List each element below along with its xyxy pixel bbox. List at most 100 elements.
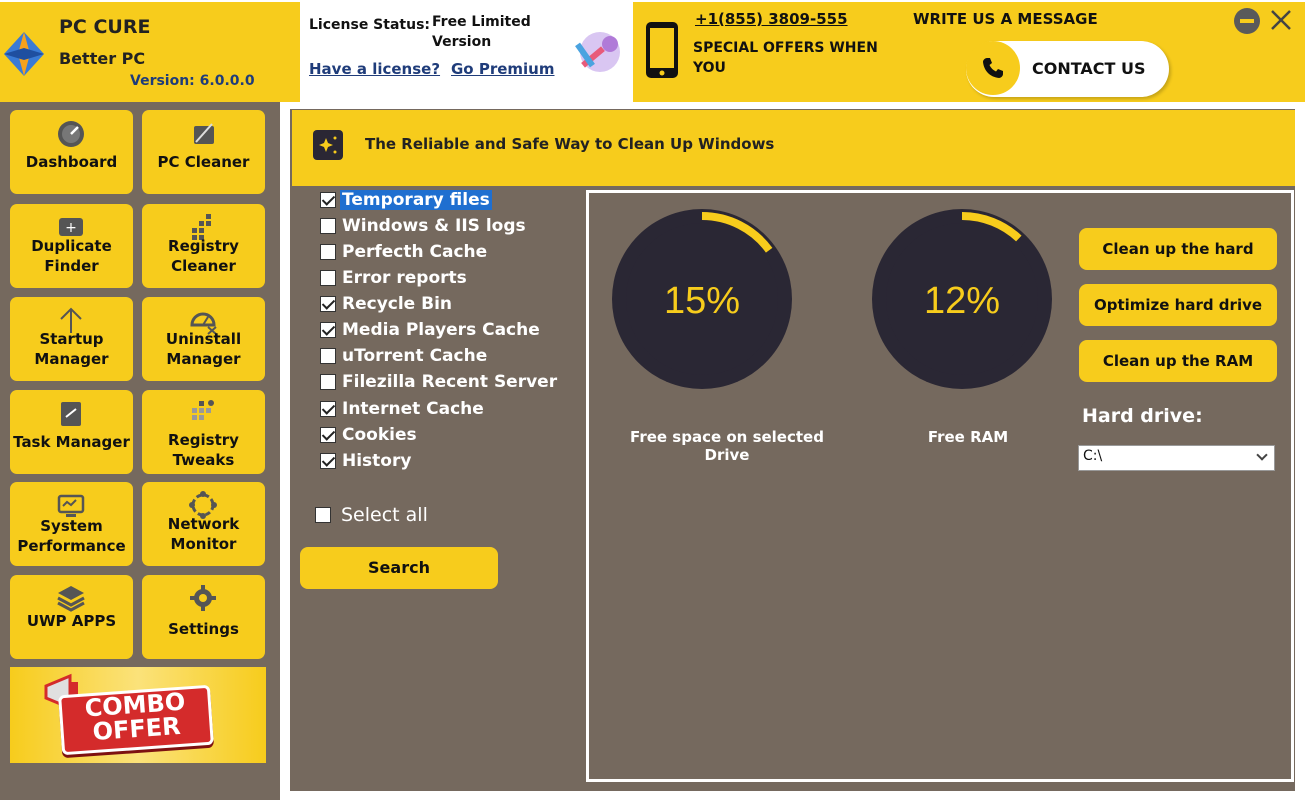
banner-title: The Reliable and Safe Way to Clean Up Wi… bbox=[365, 135, 775, 153]
app-version: Version: 6.0.0.0 bbox=[130, 73, 255, 89]
sidebar-item-registry-tweaks[interactable]: Registry Tweaks bbox=[142, 390, 265, 474]
write-message-link[interactable]: WRITE US A MESSAGE bbox=[913, 10, 1098, 28]
checkbox-box[interactable] bbox=[320, 322, 336, 338]
hard-drive-select[interactable]: C:\ bbox=[1078, 445, 1275, 471]
sidebar-item-pc-cleaner[interactable]: PC Cleaner bbox=[142, 110, 265, 194]
sidebar-item-system-performance[interactable]: System Performance bbox=[10, 482, 133, 566]
sidebar-item-duplicate-finder[interactable]: + Duplicate Finder bbox=[10, 204, 133, 288]
gear-icon bbox=[190, 585, 216, 611]
sidebar-item-label: Duplicate Finder bbox=[31, 237, 112, 275]
minimize-icon[interactable] bbox=[1234, 8, 1260, 34]
license-status-value: Free Limited Version bbox=[432, 14, 531, 50]
combo-offer-text[interactable]: COMBO OFFER bbox=[58, 684, 214, 756]
clean-ram-button[interactable]: Clean up the RAM bbox=[1079, 340, 1277, 382]
sidebar-item-label: Startup Manager bbox=[34, 330, 109, 368]
checkbox-label: uTorrent Cache bbox=[342, 346, 488, 366]
select-all-label: Select all bbox=[341, 504, 428, 526]
checkbox-label: Cookies bbox=[342, 425, 417, 445]
gauge-value: 12% bbox=[924, 280, 1000, 322]
checkbox-box[interactable] bbox=[320, 427, 336, 443]
special-offers-text: SPECIAL OFFERS WHEN YOU bbox=[693, 40, 878, 76]
sidebar-item-label: PC Cleaner bbox=[157, 153, 250, 171]
sidebar-item-uninstall-manager[interactable]: Uninstall Manager bbox=[142, 297, 265, 381]
layers-icon bbox=[57, 586, 85, 612]
ram-gauge: 12% bbox=[872, 209, 1052, 389]
sidebar-item-label: Network Monitor bbox=[167, 515, 240, 553]
sidebar-item-label: Settings bbox=[168, 620, 239, 638]
gauge-value: 15% bbox=[664, 280, 740, 322]
select-all-checkbox[interactable]: Select all bbox=[315, 503, 430, 527]
app-logo-icon bbox=[4, 32, 44, 76]
phone-number-link[interactable]: +1(855) 3809-555 bbox=[695, 10, 848, 28]
clean-hard-drive-button[interactable]: Clean up the hard drive bbox=[1079, 228, 1277, 300]
hard-drive-value: C:\ bbox=[1083, 448, 1103, 464]
app-name: PC CURE bbox=[59, 16, 151, 38]
checkbox-label: Recycle Bin bbox=[342, 294, 453, 314]
checkbox-box[interactable] bbox=[320, 218, 336, 234]
search-button[interactable]: Search bbox=[300, 547, 498, 589]
sidebar-item-label: Uninstall Manager bbox=[165, 330, 242, 368]
speedometer-icon bbox=[58, 121, 84, 147]
phone-icon bbox=[983, 58, 1003, 78]
sidebar-item-label: System Performance bbox=[17, 517, 126, 555]
sidebar-item-label: Registry Tweaks bbox=[168, 431, 239, 469]
checkbox-label: Filezilla Recent Server bbox=[342, 372, 558, 392]
checkbox-box[interactable] bbox=[320, 453, 336, 469]
sidebar-item-settings[interactable]: Settings bbox=[142, 575, 265, 659]
checkbox-internet-cache[interactable]: Internet Cache bbox=[320, 397, 486, 421]
svg-text:+: + bbox=[65, 220, 77, 236]
disk-space-gauge: 15% bbox=[612, 209, 792, 389]
sidebar-item-network-monitor[interactable]: Network Monitor bbox=[142, 482, 265, 566]
checkbox-perfecth-cache[interactable]: Perfecth Cache bbox=[320, 240, 489, 264]
sidebar-item-uwp-apps[interactable]: UWP APPS bbox=[10, 575, 133, 659]
checkbox-label: Internet Cache bbox=[342, 399, 484, 419]
gauge-ring: 15% bbox=[612, 209, 792, 389]
checkbox-media-players-cache[interactable]: Media Players Cache bbox=[320, 318, 542, 342]
checkbox-box[interactable] bbox=[320, 401, 336, 417]
sparkle-icon bbox=[313, 130, 343, 160]
sidebar-item-label: Task Manager bbox=[13, 433, 130, 451]
go-premium-link[interactable]: Go Premium bbox=[451, 60, 554, 78]
chevron-down-icon bbox=[1256, 449, 1268, 461]
optimize-hard-drive-button[interactable]: Optimize hard drive bbox=[1079, 284, 1277, 326]
close-icon[interactable] bbox=[1268, 6, 1294, 34]
checkbox-box[interactable] bbox=[320, 244, 336, 260]
have-license-link[interactable]: Have a license? bbox=[309, 60, 440, 78]
checkbox-history[interactable]: History bbox=[320, 449, 413, 473]
checkbox-label: Temporary files bbox=[340, 190, 492, 210]
broom-icon bbox=[194, 123, 214, 144]
checkbox-windows-iis-logs[interactable]: Windows & IIS logs bbox=[320, 214, 528, 238]
checkbox-utorrent-cache[interactable]: uTorrent Cache bbox=[320, 344, 489, 368]
checkbox-box[interactable] bbox=[315, 507, 331, 523]
sidebar-item-label: UWP APPS bbox=[26, 612, 117, 630]
app-subtitle: Better PC bbox=[59, 49, 146, 68]
mobile-phone-icon bbox=[646, 22, 678, 78]
premium-tools-icon[interactable] bbox=[570, 26, 624, 80]
contact-us-label: CONTACT US bbox=[1032, 59, 1146, 78]
checkbox-box[interactable] bbox=[320, 348, 336, 364]
checkbox-box[interactable] bbox=[320, 192, 336, 208]
disk-space-label: Free space on selected Drive bbox=[630, 428, 824, 464]
checkbox-label: Error reports bbox=[342, 268, 467, 288]
checkbox-cookies[interactable]: Cookies bbox=[320, 423, 419, 447]
gauge-ring: 12% bbox=[872, 209, 1052, 389]
sidebar-item-startup-manager[interactable]: Startup Manager bbox=[10, 297, 133, 381]
checkbox-filezilla-recent-server[interactable]: Filezilla Recent Server bbox=[320, 370, 559, 394]
checkbox-box[interactable] bbox=[320, 296, 336, 312]
checkbox-box[interactable] bbox=[320, 270, 336, 286]
checkbox-temporary-files[interactable]: Temporary files bbox=[320, 188, 492, 212]
checkbox-label: History bbox=[342, 451, 412, 471]
checkbox-label: Perfecth Cache bbox=[342, 242, 488, 262]
license-status-label: License Status: bbox=[309, 17, 430, 33]
ram-label: Free RAM bbox=[927, 428, 1009, 446]
tweaks-icon bbox=[192, 400, 214, 420]
checkbox-error-reports[interactable]: Error reports bbox=[320, 266, 469, 290]
sidebar-item-label: Registry Cleaner bbox=[168, 237, 239, 275]
hard-drive-label: Hard drive: bbox=[1082, 405, 1203, 427]
checkbox-box[interactable] bbox=[320, 374, 336, 390]
checkbox-recycle-bin[interactable]: Recycle Bin bbox=[320, 292, 454, 316]
sidebar-item-registry-cleaner[interactable]: Registry Cleaner bbox=[142, 204, 265, 288]
sidebar-item-dashboard[interactable]: Dashboard bbox=[10, 110, 133, 194]
sidebar-item-task-manager[interactable]: Task Manager bbox=[10, 390, 133, 474]
sidebar-item-label: Dashboard bbox=[25, 153, 118, 171]
